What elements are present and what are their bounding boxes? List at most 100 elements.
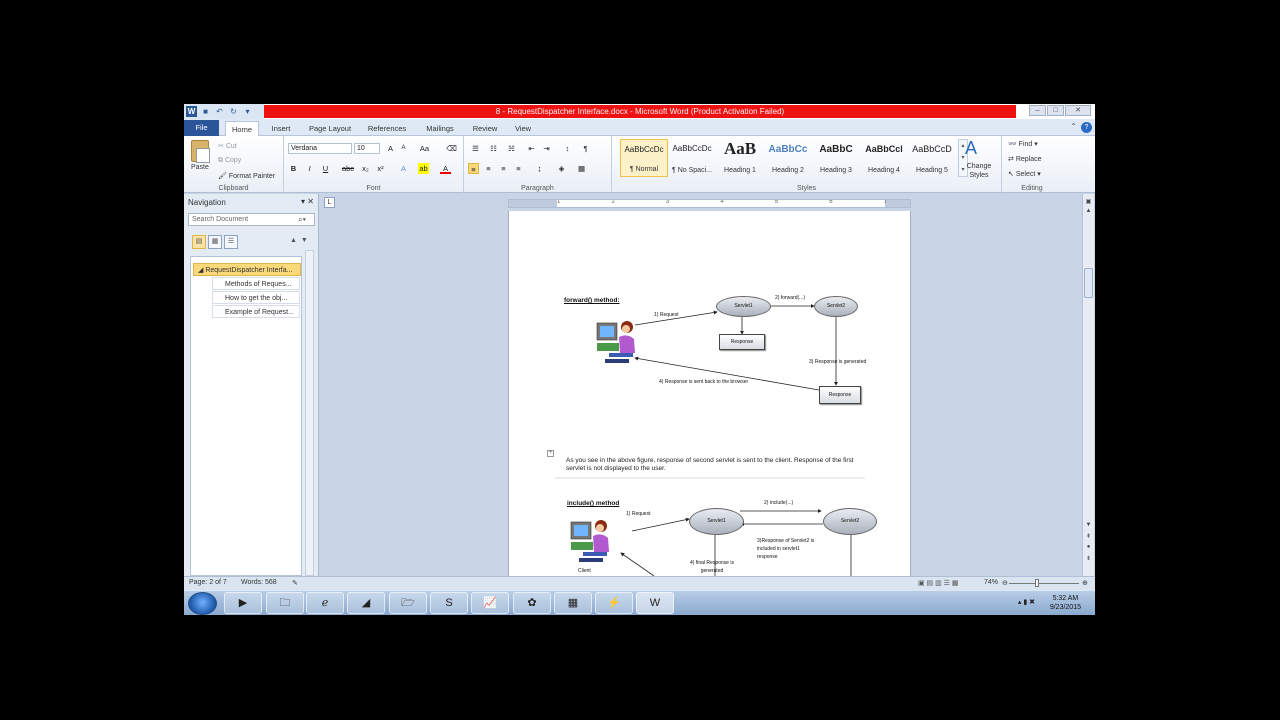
find-button[interactable]: 👓 Find ▾ [1008, 140, 1038, 148]
sort-icon[interactable]: ↕ [562, 143, 573, 154]
tab-insert[interactable]: Insert [264, 121, 298, 136]
minimize-icon[interactable]: – [1029, 105, 1046, 116]
style-heading-1[interactable]: AaB Heading 1 [716, 139, 764, 177]
file-explorer-icon[interactable]: 🗀 [266, 592, 304, 614]
tab-page-layout[interactable]: Page Layout [304, 121, 356, 136]
page-count[interactable]: Page: 2 of 7 [189, 579, 227, 586]
grow-font-icon[interactable]: A [385, 143, 396, 154]
word-count[interactable]: Words: 568 [241, 579, 277, 586]
subscript-button[interactable]: x₂ [360, 163, 371, 174]
tab-references[interactable]: References [364, 121, 410, 136]
strikethrough-button[interactable]: abc [340, 163, 356, 174]
save-icon[interactable]: ■ [200, 106, 211, 117]
browse-headings-icon[interactable]: ▤ [192, 235, 206, 249]
undo-icon[interactable]: ↶ [214, 106, 225, 117]
flower-app-icon[interactable]: ✿ [513, 592, 551, 614]
align-right-icon[interactable]: ≡ [498, 163, 509, 174]
scroll-thumb[interactable] [1084, 268, 1093, 298]
style-heading-3[interactable]: AaBbC Heading 3 [812, 139, 860, 177]
highlight-icon[interactable]: ab [418, 163, 429, 174]
underline-button[interactable]: U [320, 163, 331, 174]
clock[interactable]: 5:32 AM 9/23/2015 [1050, 594, 1081, 612]
style-no-spacing[interactable]: AaBbCcDc ¶ No Spaci... [668, 139, 716, 177]
zoom-level[interactable]: 74% [984, 579, 998, 586]
zoom-out-icon[interactable]: ⊖ [1002, 579, 1008, 587]
format-painter-button[interactable]: 🖌 Format Painter [218, 172, 275, 180]
browse-results-icon[interactable]: ☰ [224, 235, 238, 249]
flash-app-icon[interactable]: ⚡ [595, 592, 633, 614]
heading-item[interactable]: How to get the obj... [212, 291, 300, 304]
scroll-down-icon[interactable]: ▼ [1084, 522, 1093, 528]
replace-button[interactable]: ⇄ Replace [1008, 155, 1042, 163]
word-taskbar-icon[interactable]: W [636, 592, 674, 614]
clear-formatting-icon[interactable]: ⌫ [446, 143, 457, 154]
superscript-button[interactable]: x² [375, 163, 386, 174]
justify-icon[interactable]: ≡ [513, 163, 524, 174]
numbering-icon[interactable]: ☷ [488, 143, 499, 154]
align-center-icon[interactable]: ≡ [483, 163, 494, 174]
italic-button[interactable]: I [304, 163, 315, 174]
heading-item[interactable]: Methods of Reques... [212, 277, 300, 290]
tab-file[interactable]: File [184, 120, 219, 136]
horizontal-ruler[interactable]: 1 2 3 4 5 6 7 [508, 199, 911, 208]
search-document-input[interactable]: Search Document ⌕▾ [188, 213, 315, 226]
browse-pages-icon[interactable]: ▦ [208, 235, 222, 249]
paste-icon[interactable] [191, 140, 210, 163]
folder-icon[interactable]: 🗁 [389, 592, 427, 614]
help-icon[interactable]: ? [1081, 122, 1092, 133]
copy-button[interactable]: ⧉ Copy [218, 157, 241, 165]
word-logo-icon[interactable]: W [186, 106, 197, 117]
scroll-up-icon[interactable]: ▲ [1084, 208, 1093, 214]
next-page-icon[interactable]: ⇟ [1084, 555, 1093, 562]
align-left-icon[interactable]: ≡ [468, 163, 479, 174]
document-page[interactable]: forward() method: Servlet1 Servlet2 Resp… [508, 211, 911, 576]
style-heading-5[interactable]: AaBbCcD Heading 5 [908, 139, 956, 177]
text-effects-icon[interactable]: A [398, 163, 409, 174]
font-color-icon[interactable]: A [440, 163, 451, 174]
shading-icon[interactable]: ◈ [556, 163, 567, 174]
skype-icon[interactable]: S [430, 592, 468, 614]
close-icon[interactable]: ✕ [1065, 105, 1091, 116]
start-button[interactable] [188, 592, 217, 615]
zoom-in-icon[interactable]: ⊕ [1082, 579, 1088, 587]
change-styles-icon[interactable]: A [965, 138, 977, 159]
nav-scrollbar[interactable] [305, 250, 314, 576]
tab-view[interactable]: View [508, 121, 538, 136]
previous-page-icon[interactable]: ⇞ [1084, 533, 1093, 540]
style-normal[interactable]: AaBbCcDc ¶ Normal [620, 139, 668, 177]
decrease-indent-icon[interactable]: ⇤ [526, 143, 537, 154]
show-formatting-button[interactable]: ¶ [580, 143, 591, 154]
style-heading-4[interactable]: AaBbCcl Heading 4 [860, 139, 908, 177]
tab-mailings[interactable]: Mailings [420, 121, 460, 136]
change-styles-button[interactable]: Change Styles [959, 162, 999, 180]
change-case-icon[interactable]: Aa [419, 143, 430, 154]
shrink-font-icon[interactable]: A [398, 143, 409, 154]
proofing-icon[interactable]: ✎ [292, 579, 298, 587]
bullets-icon[interactable]: ☰ [470, 143, 481, 154]
close-navigation-icon[interactable]: ▾ ✕ [301, 197, 314, 206]
select-button[interactable]: ↖ Select ▾ [1008, 170, 1041, 178]
chart-app-icon[interactable]: 📈 [471, 592, 509, 614]
maximize-icon[interactable]: □ [1047, 105, 1064, 116]
line-spacing-icon[interactable]: ↨ [534, 163, 545, 174]
search-icon[interactable]: ⌕▾ [298, 214, 306, 225]
bold-button[interactable]: B [288, 163, 299, 174]
paste-button[interactable]: Paste [191, 164, 209, 171]
media-player-icon[interactable]: ▶ [224, 592, 262, 614]
vertical-scrollbar[interactable]: ▣ ▲ ▼ ⇞ ● ⇟ [1082, 194, 1094, 576]
multilevel-list-icon[interactable]: ☵ [506, 143, 517, 154]
zoom-slider[interactable] [1009, 583, 1079, 584]
font-family-select[interactable]: Verdana [288, 143, 352, 154]
redo-icon[interactable]: ↻ [228, 106, 239, 117]
customize-qat-icon[interactable]: ▾ [242, 106, 253, 117]
system-tray-icons[interactable]: ▴ ▮ ✖ [1018, 598, 1035, 606]
game-app-icon[interactable]: ▦ [554, 592, 592, 614]
style-heading-2[interactable]: AaBbCc Heading 2 [764, 139, 812, 177]
heading-item[interactable]: ◢ RequestDispatcher Interfa... [193, 263, 301, 276]
tab-home[interactable]: Home [225, 121, 259, 136]
minimize-ribbon-icon[interactable]: ⌃ [1070, 122, 1077, 131]
increase-indent-icon[interactable]: ⇥ [541, 143, 552, 154]
font-size-select[interactable]: 10 [354, 143, 380, 154]
internet-explorer-icon[interactable]: ℯ [306, 592, 344, 614]
borders-icon[interactable]: ▦ [576, 163, 587, 174]
